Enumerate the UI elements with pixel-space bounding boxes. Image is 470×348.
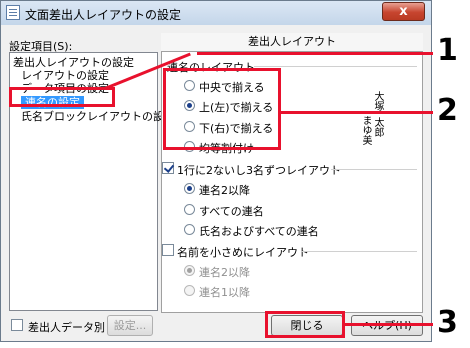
group-divider xyxy=(254,66,417,67)
callout-line-1b xyxy=(197,52,433,55)
annotation-marker-1: 1 xyxy=(437,33,458,68)
settings-button[interactable]: 設定... xyxy=(107,315,153,336)
radio-small-names-1-on-label: 連名1以降 xyxy=(199,286,250,299)
window-close-button[interactable]: x xyxy=(382,2,425,21)
sender-data-label: 差出人データ別 xyxy=(28,321,105,334)
tab-sender-layout[interactable]: 差出人レイアウト xyxy=(161,33,423,52)
highlight-layout-options xyxy=(163,68,281,150)
smaller-names-label: 名前を小さめにレイアウト xyxy=(177,246,309,259)
group-divider xyxy=(301,251,417,252)
title-bar: 文面差出人レイアウトの設定 x xyxy=(1,1,431,25)
sender-data-checkbox[interactable] xyxy=(11,319,23,331)
radio-small-names-2-on-label: 連名2以降 xyxy=(199,266,250,279)
multi-per-line-checkbox[interactable] xyxy=(162,162,174,174)
multi-per-line-label: 1行に2ないし3名ずつレイアウト xyxy=(177,164,341,177)
preview-given-name: 太郎 xyxy=(372,117,383,137)
preview-surname: 大塚 xyxy=(372,91,383,111)
tree-item-layout[interactable]: レイアウトの設定 xyxy=(21,69,109,82)
radio-small-names-1-on[interactable] xyxy=(184,285,195,296)
radio-small-names-2-on[interactable] xyxy=(184,265,195,276)
highlight-joint-names-item xyxy=(9,87,115,107)
window-title: 文面差出人レイアウトの設定 xyxy=(25,8,182,22)
radio-multi-name-and-all-label: 氏名およびすべての連名 xyxy=(199,225,319,238)
highlight-close-button xyxy=(265,311,345,338)
callout-line-3 xyxy=(345,323,433,326)
tree-item-sender-layout[interactable]: 差出人レイアウトの設定 xyxy=(13,56,134,69)
annotation-marker-3: 3 xyxy=(437,305,458,340)
radio-multi-all-names[interactable] xyxy=(184,204,195,215)
smaller-names-checkbox[interactable] xyxy=(162,244,174,256)
group-divider xyxy=(331,169,417,170)
document-icon xyxy=(6,5,20,20)
name-preview: 大塚 太郎 まゆ美 xyxy=(360,91,411,151)
callout-line-2 xyxy=(281,111,433,114)
radio-multi-all-names-label: すべての連名 xyxy=(199,205,264,218)
annotation-marker-2: 2 xyxy=(437,93,458,128)
preview-second-name: まゆ美 xyxy=(360,115,371,145)
tree-item-name-block[interactable]: 氏名ブロックレイアウトの設定 xyxy=(21,110,175,123)
radio-multi-names-2-on[interactable] xyxy=(184,183,195,194)
radio-multi-names-2-on-label: 連名2以降 xyxy=(199,184,250,197)
radio-multi-name-and-all[interactable] xyxy=(184,224,195,235)
